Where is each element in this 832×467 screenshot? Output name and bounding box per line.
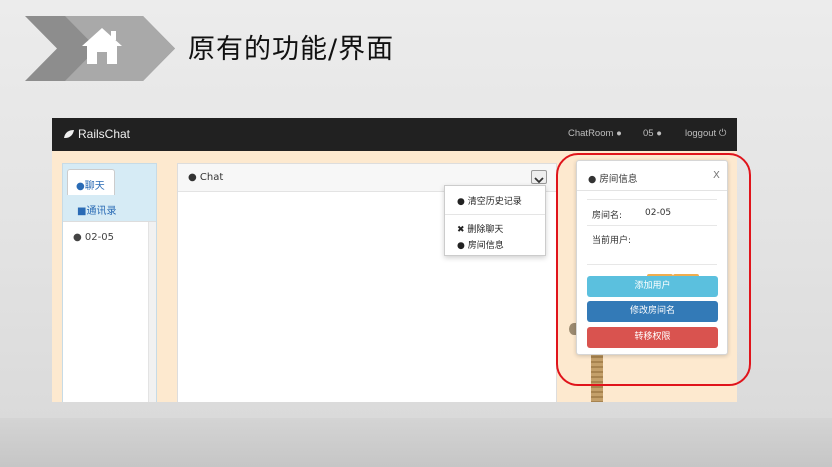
scrollbar[interactable] [148,222,156,402]
room-item-label: 02-05 [84,232,114,243]
comment-icon: ● [188,172,197,183]
nav-chatroom[interactable]: ChatRoom ● [568,128,622,139]
menu-item-clear-history[interactable]: ● 清空历史记录 [457,194,522,207]
nav-user-label: 05 [643,128,654,139]
tab-contacts[interactable]: ■通讯录 [77,202,116,217]
comments-icon: ● [76,181,85,192]
left-panel: ●聊天 ■通讯录 ● 02-05 [62,163,157,402]
menu-item-room-info[interactable]: ● 房间信息 [457,238,504,251]
menu-divider [445,214,545,215]
brand-label: RailsChat [78,127,131,141]
slide-title: 原有的功能/界面 [188,34,395,65]
menu-item-label: 清空历史记录 [467,197,522,207]
tab-contacts-label: 通讯录 [86,206,117,217]
power-icon: ⏻ [718,128,727,139]
tab-chat[interactable]: ●聊天 [67,169,115,195]
chat-title: Chat [199,172,224,183]
leaf-icon [64,130,74,138]
user-icon: ● [656,128,662,139]
room-list: ● 02-05 [63,221,156,402]
navbar: RailsChat ChatRoom ● 05 ● loggout ⏻ [52,118,737,151]
highlight-ring [556,153,751,386]
close-icon: ✖ [457,225,465,235]
comments-icon: ● [616,128,622,139]
list-item[interactable]: ● 02-05 [73,232,114,243]
comment-icon: ● [457,241,465,251]
menu-item-delete-chat[interactable]: ✖ 删除聊天 [457,222,503,235]
home-icon [82,28,122,64]
comments-icon: ● [73,232,82,243]
nav-logout[interactable]: loggout ⏻ [685,128,726,139]
nav-user[interactable]: 05 ● [643,128,662,139]
tab-chat-label: 聊天 [84,181,105,192]
dropdown-toggle-button[interactable] [531,170,547,184]
info-circle-icon: ● [457,197,465,207]
chat-options-menu: ● 清空历史记录 ✖ 删除聊天 ● 房间信息 [444,185,546,256]
menu-item-label: 删除聊天 [467,225,504,235]
nav-logout-label: loggout [685,128,717,139]
menu-item-label: 房间信息 [467,241,504,251]
brand[interactable]: RailsChat [63,127,130,141]
nav-chatroom-label: ChatRoom [568,128,614,139]
slide-footer-band [0,418,832,467]
